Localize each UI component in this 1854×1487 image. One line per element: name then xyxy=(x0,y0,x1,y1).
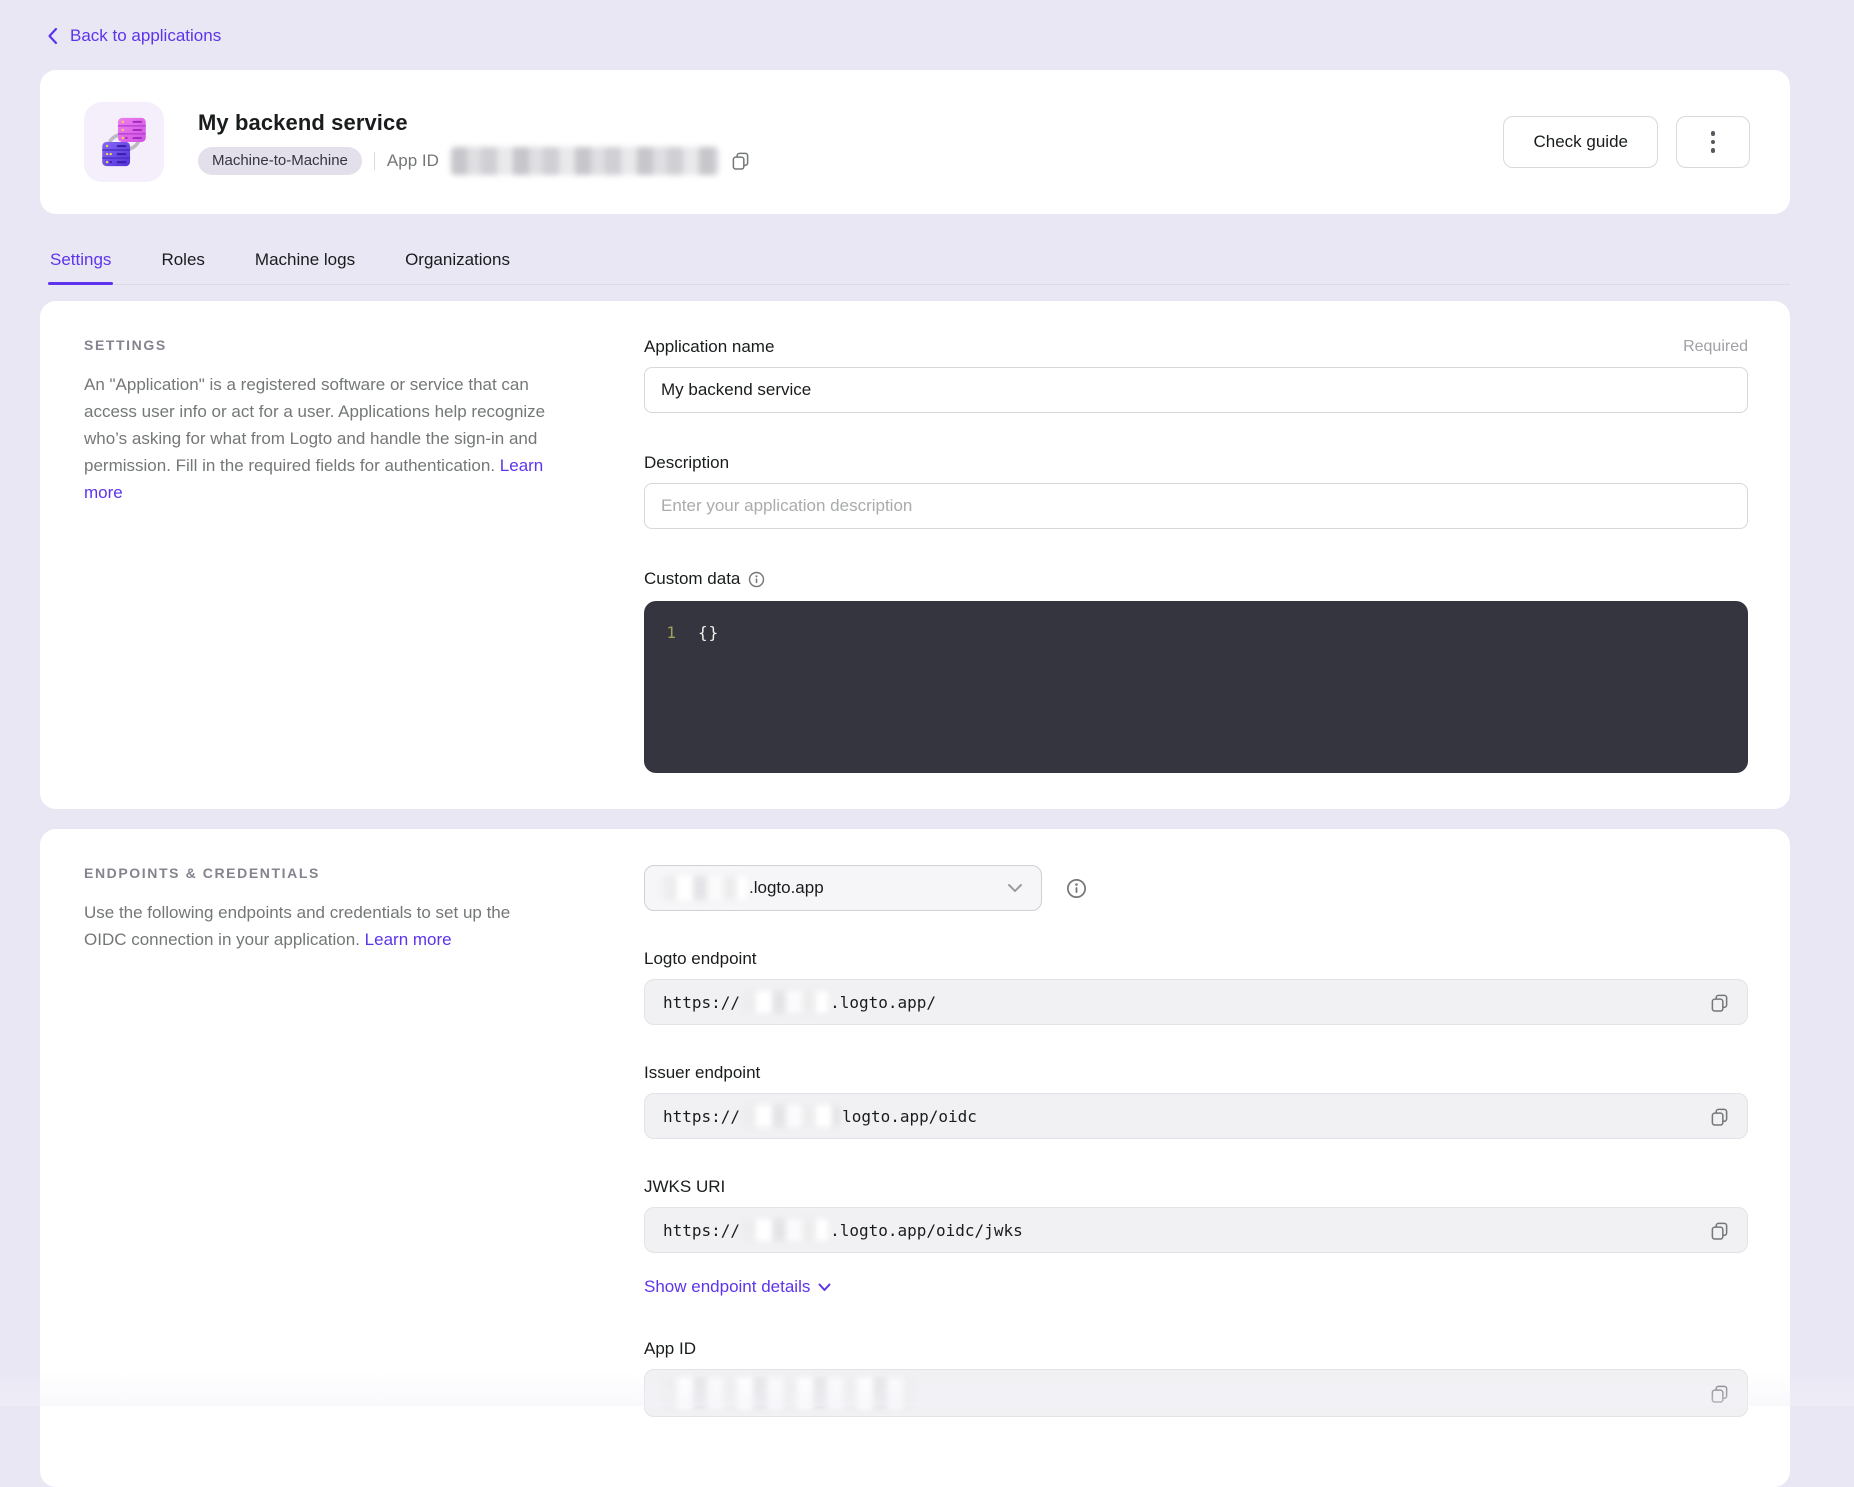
chevron-left-icon xyxy=(46,27,60,45)
copy-icon[interactable] xyxy=(1710,1221,1729,1240)
page-title: My backend service xyxy=(198,110,750,136)
redacted-tenant-id xyxy=(742,991,828,1013)
endpoints-learn-more-link[interactable]: Learn more xyxy=(365,930,452,949)
application-name-input[interactable] xyxy=(644,367,1748,413)
app-id-value xyxy=(644,1369,1748,1417)
description-label: Description xyxy=(644,453,729,473)
app-id-field-group: App ID xyxy=(644,1339,1748,1417)
settings-card: SETTINGS An "Application" is a registere… xyxy=(40,301,1790,809)
app-id-redacted-value xyxy=(451,147,719,175)
application-meta: Machine-to-Machine App ID xyxy=(198,147,750,175)
redacted-tenant-id xyxy=(742,1219,828,1241)
custom-data-code-editor[interactable]: 1 {} xyxy=(644,601,1748,773)
custom-data-label: Custom data xyxy=(644,569,740,589)
info-icon[interactable] xyxy=(748,571,765,588)
copy-icon[interactable] xyxy=(731,151,750,170)
settings-section-description: An "Application" is a registered softwar… xyxy=(84,371,554,506)
issuer-endpoint-label: Issuer endpoint xyxy=(644,1063,760,1083)
back-link-label: Back to applications xyxy=(70,26,221,46)
logto-endpoint-label: Logto endpoint xyxy=(644,949,757,969)
copy-icon[interactable] xyxy=(1710,993,1729,1012)
description-field-group: Description xyxy=(644,453,1748,529)
tenant-domain-row: .logto.app xyxy=(644,865,1748,911)
endpoints-card: ENDPOINTS & CREDENTIALS Use the followin… xyxy=(40,829,1790,1487)
application-header-card: My backend service Machine-to-Machine Ap… xyxy=(40,70,1790,214)
application-type-badge: Machine-to-Machine xyxy=(198,147,362,175)
logto-endpoint-group: Logto endpoint https://.logto.app/ xyxy=(644,949,1748,1025)
application-info: My backend service Machine-to-Machine Ap… xyxy=(198,110,750,175)
tenant-domain-select[interactable]: .logto.app xyxy=(644,865,1042,911)
back-to-applications-link[interactable]: Back to applications xyxy=(46,26,221,46)
app-id-label: App ID xyxy=(387,151,439,171)
description-input[interactable] xyxy=(644,483,1748,529)
settings-form-column: Application name Required Description Cu… xyxy=(644,337,1748,773)
endpoints-section-title: ENDPOINTS & CREDENTIALS xyxy=(84,865,554,881)
settings-section-title: SETTINGS xyxy=(84,337,554,353)
settings-description-column: SETTINGS An "Application" is a registere… xyxy=(84,337,554,773)
more-actions-button[interactable] xyxy=(1676,116,1750,168)
endpoints-form-column: .logto.app Logto endpoint https://.logto… xyxy=(644,865,1748,1417)
show-endpoint-details-link[interactable]: Show endpoint details xyxy=(644,1277,831,1297)
editor-content: {} xyxy=(698,621,719,645)
issuer-endpoint-value: https://logto.app/oidc xyxy=(644,1093,1748,1139)
page: Back to applications xyxy=(40,0,1790,1487)
copy-icon[interactable] xyxy=(1710,1107,1729,1126)
tenant-domain-value: .logto.app xyxy=(749,878,824,898)
meta-divider xyxy=(374,152,375,170)
jwks-uri-value: https://.logto.app/oidc/jwks xyxy=(644,1207,1748,1253)
tab-organizations[interactable]: Organizations xyxy=(403,244,512,284)
issuer-endpoint-group: Issuer endpoint https://logto.app/oidc xyxy=(644,1063,1748,1139)
logto-endpoint-value: https://.logto.app/ xyxy=(644,979,1748,1025)
tab-bar: Settings Roles Machine logs Organization… xyxy=(48,244,1790,285)
jwks-uri-label: JWKS URI xyxy=(644,1177,725,1197)
tab-machine-logs[interactable]: Machine logs xyxy=(253,244,357,284)
editor-line-number: 1 xyxy=(644,621,698,645)
app-id-label: App ID xyxy=(644,1339,696,1359)
kebab-vertical-icon xyxy=(1711,131,1716,136)
chevron-down-icon xyxy=(1007,883,1023,893)
endpoints-section-description: Use the following endpoints and credenti… xyxy=(84,899,554,953)
application-name-field-group: Application name Required xyxy=(644,337,1748,413)
machine-to-machine-icon xyxy=(84,102,164,182)
redacted-app-id xyxy=(663,1378,915,1408)
header-actions: Check guide xyxy=(1503,116,1750,168)
redacted-tenant-id xyxy=(742,1105,840,1127)
check-guide-button[interactable]: Check guide xyxy=(1503,116,1658,168)
tab-roles[interactable]: Roles xyxy=(159,244,206,284)
required-hint: Required xyxy=(1683,338,1748,356)
tenant-redacted-prefix xyxy=(663,876,747,900)
chevron-down-icon xyxy=(818,1283,831,1292)
jwks-uri-group: JWKS URI https://.logto.app/oidc/jwks xyxy=(644,1177,1748,1253)
endpoints-description-column: ENDPOINTS & CREDENTIALS Use the followin… xyxy=(84,865,554,1417)
custom-data-field-group: Custom data 1 {} xyxy=(644,569,1748,773)
tab-settings[interactable]: Settings xyxy=(48,244,113,284)
info-icon[interactable] xyxy=(1066,878,1087,899)
copy-icon[interactable] xyxy=(1710,1384,1729,1403)
application-name-label: Application name xyxy=(644,337,774,357)
